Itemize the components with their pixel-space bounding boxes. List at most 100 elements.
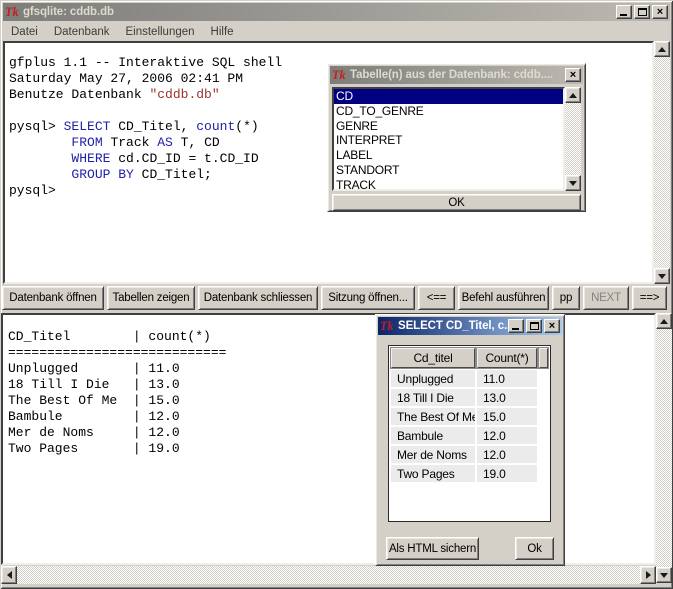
result-dialog-title-bar[interactable]: Tk SELECT CD_Titel, c... ×: [378, 317, 562, 335]
scroll-up-button[interactable]: [656, 313, 672, 329]
grid-cell: 12.0: [477, 427, 537, 444]
close-icon: ×: [656, 6, 664, 18]
toolbar-pp-button[interactable]: pp: [552, 286, 580, 310]
grid-cell: 18 Till I Die: [391, 389, 475, 406]
grid-cell-spacer: [539, 465, 548, 482]
toolbar-sitzung-öffnen-button[interactable]: Sitzung öffnen...: [321, 286, 415, 310]
table-list-item-cd[interactable]: CD: [334, 89, 563, 104]
toolbar-next-button[interactable]: NEXT: [583, 286, 629, 310]
result-dialog: Tk SELECT CD_Titel, c... × Cd_titel Count…: [375, 314, 565, 566]
menu-datenbank[interactable]: Datenbank: [46, 24, 118, 40]
shell-scrollbar[interactable]: [654, 41, 670, 284]
toolbar-item-button[interactable]: ==>: [632, 286, 667, 310]
ok-button[interactable]: OK: [332, 194, 581, 211]
scroll-down-button[interactable]: [656, 567, 672, 583]
scrollbar-trough[interactable]: [656, 329, 672, 567]
column-header-count[interactable]: Count(*): [477, 348, 537, 368]
close-button[interactable]: ×: [652, 5, 668, 19]
scroll-up-button[interactable]: [654, 41, 670, 57]
table-list-item-genre[interactable]: GENRE: [334, 119, 563, 134]
menu-einstellungen[interactable]: Einstellungen: [117, 24, 202, 40]
tables-listbox[interactable]: CD CD_TO_GENRE GENRE INTERPRET LABEL STANDORT…: [332, 87, 565, 191]
svg-text:Tk: Tk: [5, 5, 18, 19]
window-title: gfsqlite: cddb.db: [23, 6, 114, 18]
grid-cell-spacer: [539, 370, 548, 387]
table-list-item-standort[interactable]: STANDORT: [334, 163, 563, 178]
close-button[interactable]: ×: [544, 319, 560, 333]
toolbar-datenbank-schliessen-button[interactable]: Datenbank schliessen: [198, 286, 318, 310]
scroll-down-button[interactable]: [565, 175, 581, 191]
grid-cell: Two Pages: [391, 465, 475, 482]
ok-button[interactable]: Ok: [515, 537, 554, 560]
grid-cell: 15.0: [477, 408, 537, 425]
close-button[interactable]: ×: [565, 68, 581, 82]
toolbar-item-button[interactable]: <==: [418, 286, 455, 310]
main-window: Tk gfsqlite: cddb.db × Datei Datenbank Ein…: [0, 0, 673, 589]
tables-dialog-title: Tabelle(n) aus der Datenbank: cddb....: [350, 69, 554, 81]
grid-cell: Unplugged: [391, 370, 475, 387]
maximize-button[interactable]: [526, 319, 542, 333]
tk-icon: Tk: [5, 5, 18, 19]
svg-text:Tk: Tk: [332, 68, 345, 82]
svg-text:Tk: Tk: [380, 319, 393, 333]
menu-bar: Datei Datenbank Einstellungen Hilfe: [3, 22, 670, 41]
result-dialog-title: SELECT CD_Titel, c...: [398, 320, 508, 332]
maximize-icon: [637, 8, 647, 16]
grid-cell-spacer: [539, 408, 548, 425]
arrow-up-icon: [660, 318, 668, 324]
result-grid-frame: Cd_titel Count(*) Unplugged 11.0 18 Till I D…: [388, 345, 551, 522]
table-list-item-interpret[interactable]: INTERPRET: [334, 133, 563, 148]
scrollbar-trough[interactable]: [565, 103, 581, 175]
minimize-button[interactable]: [508, 319, 524, 333]
grid-cell: Bambule: [391, 427, 475, 444]
result-grid: Cd_titel Count(*) Unplugged 11.0 18 Till I D…: [391, 348, 548, 482]
scroll-up-button[interactable]: [565, 87, 581, 103]
maximize-button[interactable]: [634, 5, 650, 19]
arrow-up-icon: [658, 46, 666, 52]
column-header-spacer: [539, 348, 548, 368]
tables-list-scrollbar[interactable]: [565, 87, 581, 191]
scrollbar-trough[interactable]: [17, 566, 640, 584]
close-icon: ×: [548, 320, 556, 332]
results-hscrollbar[interactable]: [1, 566, 656, 584]
grid-cell: 11.0: [477, 370, 537, 387]
tables-dialog: Tk Tabelle(n) aus der Datenbank: cddb...…: [327, 63, 586, 212]
arrow-down-icon: [658, 273, 666, 279]
menu-hilfe[interactable]: Hilfe: [203, 24, 242, 40]
table-list-item-label[interactable]: LABEL: [334, 148, 563, 163]
grid-cell: Mer de Noms: [391, 446, 475, 463]
scroll-right-button[interactable]: [640, 566, 656, 584]
grid-cell: 19.0: [477, 465, 537, 482]
tk-icon: Tk: [380, 319, 393, 333]
column-header-cd-titel[interactable]: Cd_titel: [391, 348, 475, 368]
results-scrollbar[interactable]: [656, 313, 672, 583]
menu-datei[interactable]: Datei: [3, 24, 46, 40]
minimize-icon: [512, 328, 519, 330]
save-as-html-button[interactable]: Als HTML sichern: [386, 537, 479, 560]
maximize-icon: [529, 322, 539, 330]
arrow-up-icon: [569, 92, 577, 98]
scroll-down-button[interactable]: [654, 268, 670, 284]
arrow-left-icon: [6, 571, 12, 579]
arrow-right-icon: [645, 571, 651, 579]
minimize-button[interactable]: [616, 5, 632, 19]
grid-cell-spacer: [539, 446, 548, 463]
grid-cell: 12.0: [477, 446, 537, 463]
tables-dialog-title-bar[interactable]: Tk Tabelle(n) aus der Datenbank: cddb...…: [330, 66, 583, 84]
scrollbar-trough[interactable]: [654, 57, 670, 268]
title-bar[interactable]: Tk gfsqlite: cddb.db ×: [3, 3, 670, 21]
toolbar-befehl-ausführen-button[interactable]: Befehl ausführen: [458, 286, 549, 310]
toolbar: Datenbank öffnen Tabellen zeigen Datenbank…: [2, 286, 667, 310]
grid-cell: 13.0: [477, 389, 537, 406]
table-list-item-cd-to-genre[interactable]: CD_TO_GENRE: [334, 104, 563, 119]
arrow-down-icon: [569, 180, 577, 186]
grid-cell: The Best Of Me: [391, 408, 475, 425]
minimize-icon: [620, 14, 627, 16]
tk-icon: Tk: [332, 68, 345, 82]
arrow-down-icon: [660, 572, 668, 578]
toolbar-datenbank-öffnen-button[interactable]: Datenbank öffnen: [2, 286, 104, 310]
table-list-item-track[interactable]: TRACK: [334, 178, 563, 189]
toolbar-tabellen-zeigen-button[interactable]: Tabellen zeigen: [107, 286, 195, 310]
scroll-left-button[interactable]: [1, 566, 17, 584]
close-icon: ×: [569, 69, 577, 81]
